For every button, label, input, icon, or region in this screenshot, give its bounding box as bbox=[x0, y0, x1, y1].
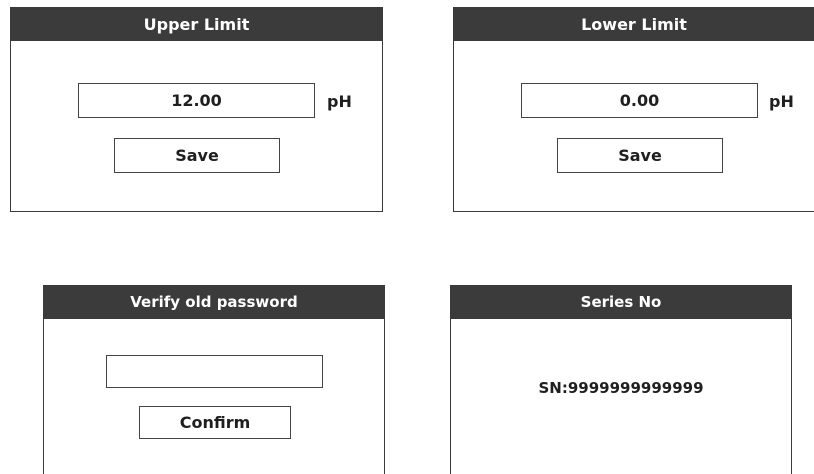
old-password-input[interactable] bbox=[106, 355, 323, 388]
lower-limit-input[interactable] bbox=[521, 83, 758, 118]
upper-limit-panel: Upper Limit pH Save bbox=[10, 7, 383, 212]
lower-limit-title: Lower Limit bbox=[454, 8, 814, 41]
upper-limit-unit: pH bbox=[327, 92, 352, 111]
series-no-panel: Series No SN:9999999999999 bbox=[450, 285, 792, 474]
series-no-title: Series No bbox=[451, 286, 791, 319]
serial-number: SN:9999999999999 bbox=[538, 379, 704, 397]
upper-limit-title: Upper Limit bbox=[11, 8, 382, 41]
lower-limit-save-button[interactable]: Save bbox=[557, 138, 723, 173]
verify-password-title: Verify old password bbox=[44, 286, 384, 319]
lower-limit-unit: pH bbox=[769, 92, 794, 111]
upper-limit-input[interactable] bbox=[78, 83, 315, 118]
upper-limit-save-button[interactable]: Save bbox=[114, 138, 280, 173]
confirm-button[interactable]: Confirm bbox=[139, 406, 291, 439]
lower-limit-panel: Lower Limit pH Save bbox=[453, 7, 814, 212]
verify-password-panel: Verify old password Confirm bbox=[43, 285, 385, 474]
